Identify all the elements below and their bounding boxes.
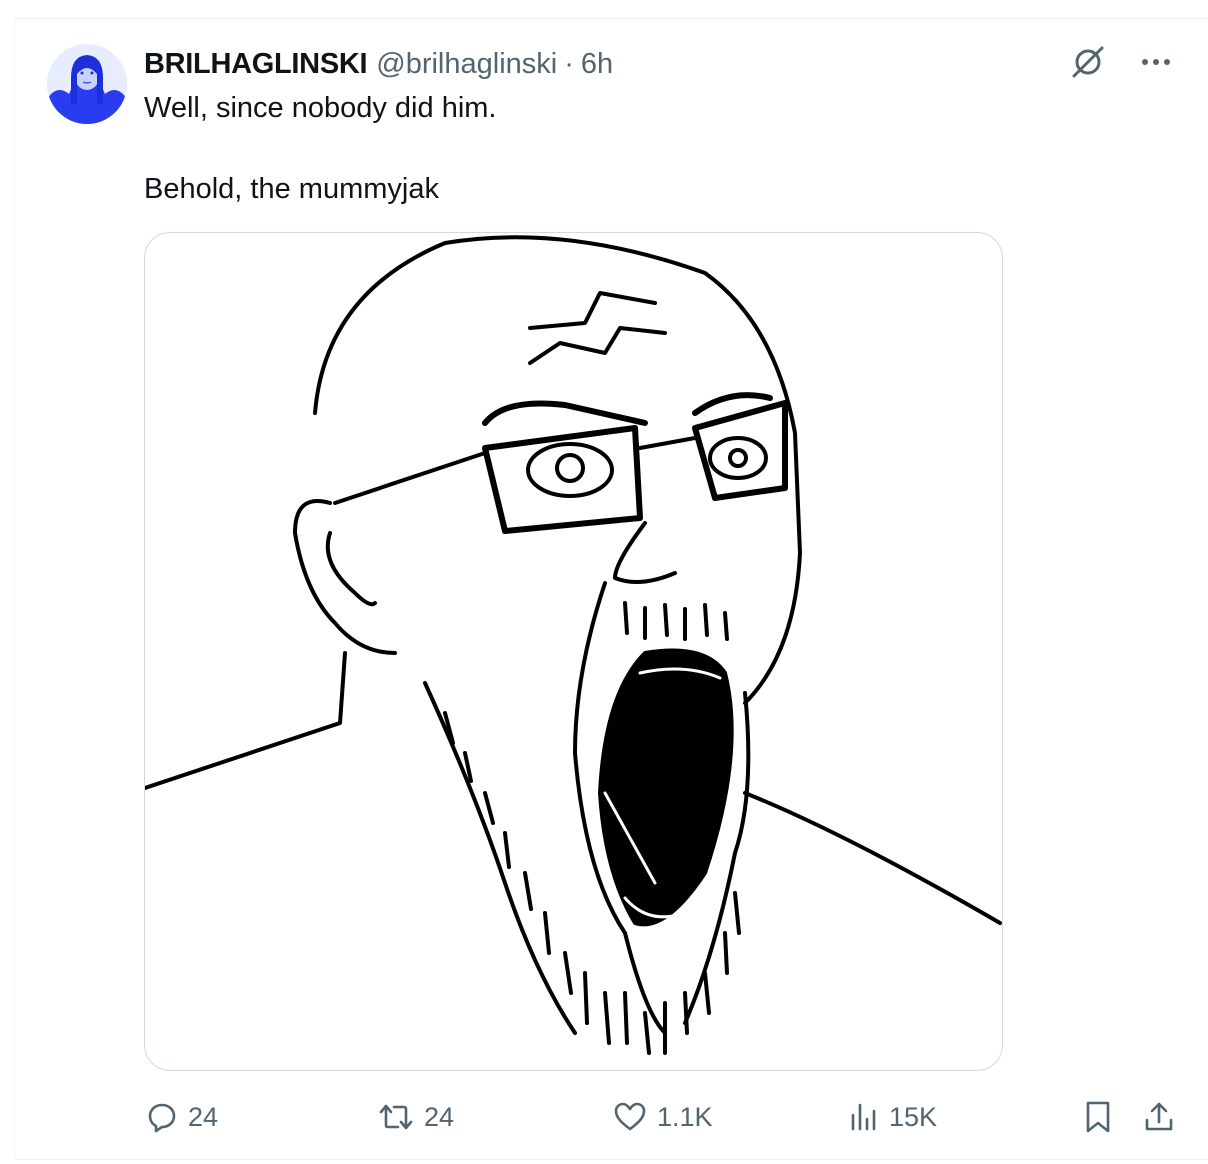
share-button[interactable] [1143,1097,1175,1137]
share-icon [1143,1100,1175,1134]
repost-count: 24 [424,1101,455,1132]
repost-button[interactable]: 24 [378,1097,454,1137]
tweet-image[interactable] [144,232,1003,1071]
reply-count: 24 [188,1101,219,1132]
display-name[interactable]: BRILHAGLINSKI [144,48,368,81]
timestamp[interactable]: 6h [581,48,613,81]
reply-icon [146,1101,178,1133]
views-button[interactable]: 15K [849,1097,937,1137]
tweet-top-actions [1070,44,1172,80]
tweet-text-line-2: Behold, the mummyjak [144,173,439,205]
tweet-text-line-1: Well, since nobody did him. [144,92,497,124]
avatar[interactable] [47,44,127,124]
like-count: 1.1K [657,1101,713,1132]
view-count: 15K [889,1101,938,1132]
user-handle[interactable]: @brilhaglinski [376,48,557,81]
views-icon [849,1101,879,1133]
more-icon[interactable] [1140,56,1172,68]
bookmark-icon [1084,1100,1112,1134]
repost-icon [378,1101,414,1133]
like-icon [613,1101,647,1133]
grok-icon[interactable] [1070,44,1106,80]
bookmark-button[interactable] [1084,1097,1112,1137]
reply-button[interactable]: 24 [146,1097,218,1137]
separator-dot: · [564,47,574,80]
wojak-drawing [145,235,1002,1055]
tweet-header: BRILHAGLINSKI @brilhaglinski · 6h [144,44,613,84]
like-button[interactable]: 1.1K [613,1097,713,1137]
